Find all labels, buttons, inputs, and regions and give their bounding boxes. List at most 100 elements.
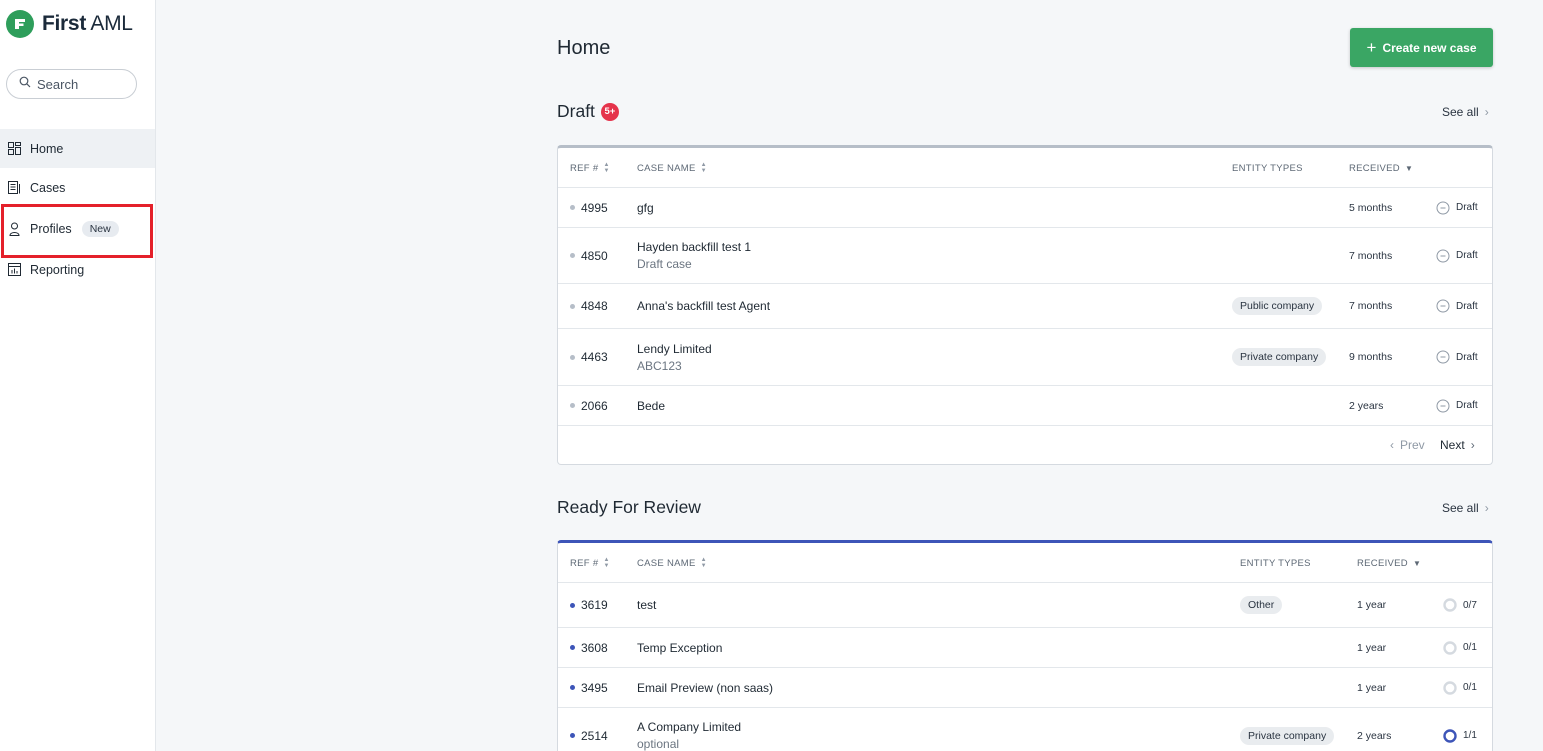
entity-type-pill: Private company (1240, 726, 1335, 745)
table-row[interactable]: 2514 A Company Limited optional Private com… (558, 708, 1492, 751)
progress-count: 0/1 (1463, 682, 1477, 693)
case-name: Lendy Limited (637, 341, 712, 356)
sort-icon: ▲ ▼ (603, 557, 610, 569)
ref-number: 3619 (581, 598, 608, 612)
table-row[interactable]: 4848 Anna's backfill test Agent Public com… (558, 284, 1492, 329)
sidebar-item-cases[interactable]: Cases (0, 168, 155, 207)
draft-table: REF # ▲ ▼ CASE NAME ▲ ▼ ENTITY TYPES RECEIVE… (557, 145, 1493, 465)
received-column-header[interactable]: RECEIVED ▼ (1357, 543, 1421, 583)
case-name: Bede (637, 398, 666, 413)
ref-column-header[interactable]: REF # ▲ ▼ (570, 543, 610, 583)
draft-count-badge: 5+ (600, 102, 619, 121)
prev-label: Prev (1400, 438, 1425, 452)
case-name: Hayden backfill test 1 (637, 240, 752, 254)
entity-type-pill: Public company (1232, 297, 1323, 315)
case-name-column-header[interactable]: CASE NAME ▲ ▼ (637, 543, 707, 583)
case-name: Email Preview (non saas) (637, 680, 774, 695)
status-cell: Draft (1436, 228, 1478, 283)
received-cell: 2 years (1349, 386, 1383, 425)
plus-icon: + (1366, 38, 1377, 57)
progress-cell: 0/7 (1443, 583, 1477, 627)
status-label: Draft (1456, 300, 1478, 312)
sidebar-item-reporting[interactable]: Reporting (0, 250, 155, 289)
case-name-cell: Hayden backfill test 1 Draft case (637, 228, 751, 283)
table-header: REF # ▲ ▼ CASE NAME ▲ ▼ ENTITY TYPES RECEIVE… (558, 148, 1492, 188)
table-row[interactable]: 3608 Temp Exception 1 year 0/1 (558, 628, 1492, 668)
case-name-cell: Lendy Limited ABC123 (637, 329, 712, 385)
status-dot (570, 645, 575, 650)
ref-column-header[interactable]: REF # ▲ ▼ (570, 148, 610, 188)
prev-page-button[interactable]: ‹ Prev (1390, 438, 1425, 452)
draft-see-all-link[interactable]: See all › (1442, 105, 1489, 119)
table-row[interactable]: 4463 Lendy Limited ABC123 Private company 9 … (558, 329, 1492, 386)
case-name: Anna's backfill test Agent (637, 299, 771, 313)
header-label: ENTITY TYPES (1240, 557, 1311, 569)
table-row[interactable]: 4850 Hayden backfill test 1 Draft case 7 mo… (558, 228, 1492, 284)
ref-cell: 3495 (570, 668, 608, 707)
status-cell: Draft (1436, 386, 1478, 425)
case-name-cell: A Company Limited optional (637, 708, 741, 751)
sidebar-item-label: Home (30, 141, 64, 156)
create-new-case-button[interactable]: + Create new case (1350, 28, 1493, 67)
entity-types-cell: Other (1240, 583, 1283, 627)
sidebar-item-label: Cases (30, 180, 66, 195)
entity-type-pill: Private company (1232, 348, 1327, 366)
chevron-right-icon: › (1484, 105, 1489, 119)
entity-type-pill: Other (1240, 596, 1283, 614)
header-label: CASE NAME (637, 557, 696, 569)
ref-cell: 4850 (570, 228, 608, 283)
next-page-button[interactable]: Next › (1440, 438, 1475, 452)
page-title: Home (557, 37, 611, 59)
entity-types-column-header: ENTITY TYPES (1232, 148, 1303, 188)
progress-count: 0/1 (1463, 642, 1477, 653)
received-cell: 2 years (1357, 708, 1391, 751)
table-row[interactable]: 2066 Bede 2 years Draft (558, 386, 1492, 426)
received-column-header[interactable]: RECEIVED ▼ (1349, 148, 1413, 188)
sort-down-icon: ▼ (1412, 558, 1422, 568)
sort-icon: ▲ ▼ (700, 557, 707, 569)
status-dot (570, 733, 575, 738)
pagination: ‹ Prev Next › (558, 426, 1492, 464)
table-row[interactable]: 4995 gfg 5 months Draft (558, 188, 1492, 228)
case-name-cell: Bede (637, 386, 665, 425)
report-chart-icon (7, 263, 21, 277)
sidebar-item-profiles[interactable]: Profiles New (0, 209, 155, 248)
case-name: test (637, 598, 657, 612)
sidebar-item-label: Profiles (30, 221, 72, 236)
sort-down-icon: ▼ (1404, 163, 1414, 173)
sidebar: First AML Home Cases Profiles New Report… (0, 0, 156, 751)
table-row[interactable]: 3495 Email Preview (non saas) 1 year 0/1 (558, 668, 1492, 708)
table-row[interactable]: 3619 test Other 1 year 0/7 (558, 583, 1492, 628)
received-cell: 9 months (1349, 329, 1392, 385)
review-see-all-link[interactable]: See all › (1442, 501, 1489, 515)
user-icon (7, 222, 21, 236)
ref-number: 2514 (581, 728, 608, 743)
received-cell: 1 year (1357, 668, 1386, 707)
case-name-cell: test (637, 583, 656, 627)
progress-count: 1/1 (1463, 730, 1477, 741)
search-box[interactable] (6, 69, 137, 99)
ref-number: 3495 (581, 680, 608, 695)
case-name-cell: Temp Exception (637, 628, 722, 667)
ref-cell: 2066 (570, 386, 608, 425)
received-cell: 7 months (1349, 284, 1392, 328)
progress-count: 0/7 (1463, 599, 1477, 611)
case-subtitle: optional (637, 737, 680, 751)
brand-logo[interactable]: First AML (6, 10, 133, 38)
case-name-column-header[interactable]: CASE NAME ▲ ▼ (637, 148, 707, 188)
entity-types-cell: Private company (1232, 329, 1327, 385)
status-label: Draft (1456, 250, 1478, 261)
sidebar-item-home[interactable]: Home (0, 129, 155, 168)
status-cell: Draft (1436, 329, 1478, 385)
entity-types-column-header: ENTITY TYPES (1240, 543, 1311, 583)
received-time: 2 years (1357, 729, 1392, 742)
status-dot (570, 685, 575, 690)
status-dot (570, 205, 575, 210)
received-time: 7 months (1349, 249, 1393, 262)
ref-cell: 3619 (570, 583, 608, 627)
review-table: REF # ▲ ▼ CASE NAME ▲ ▼ ENTITY TYPES RECEIVE… (557, 540, 1493, 751)
header-label: ENTITY TYPES (1232, 162, 1303, 174)
create-new-case-label: Create new case (1382, 40, 1477, 55)
progress-ring-icon (1443, 728, 1457, 743)
search-input[interactable] (37, 76, 127, 92)
